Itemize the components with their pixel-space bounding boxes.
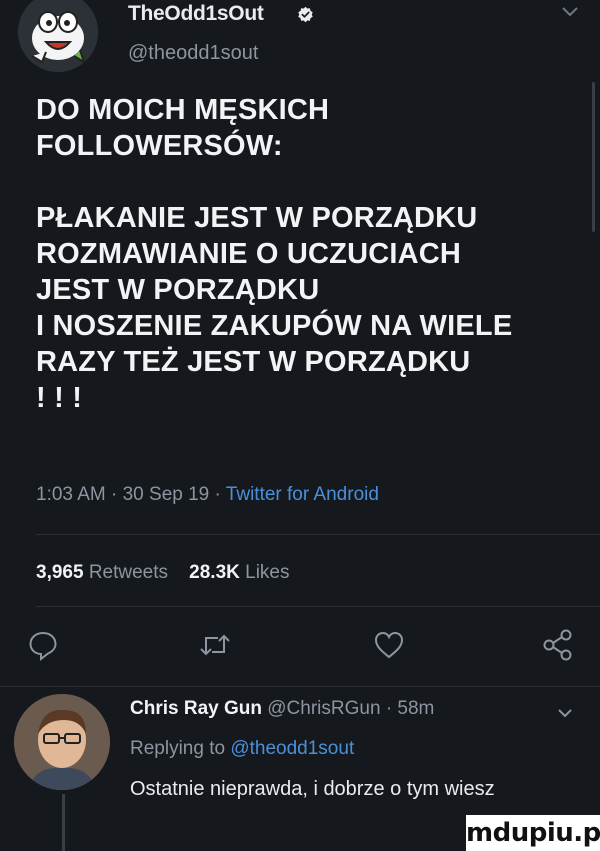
tweet-time[interactable]: 1:03 AM xyxy=(36,484,106,505)
reply-age: 58m xyxy=(397,698,435,719)
tweet-line: PŁAKANIE JEST W PORZĄDKU xyxy=(36,202,478,234)
action-bar xyxy=(0,628,600,668)
reply-header: Chris Ray Gun @ChrisRGun · 58m xyxy=(130,698,434,720)
tweet-line: DO MOICH MĘSKICH xyxy=(36,94,330,126)
replying-to-mention[interactable]: @theodd1sout xyxy=(230,738,354,759)
author-display-name[interactable]: TheOdd1sOut xyxy=(128,2,264,26)
reply-text: Ostatnie nieprawda, i dobrze o tym wiesz xyxy=(130,778,495,800)
divider xyxy=(36,534,600,535)
person-avatar-icon xyxy=(14,694,110,790)
share-icon[interactable] xyxy=(540,628,574,662)
tweet-line: RAZY TEŻ JEST W PORZĄDKU xyxy=(36,346,471,378)
tweet-timestamp: 1:03 AM · 30 Sep 19 · Twitter for Androi… xyxy=(36,484,379,506)
chevron-down-icon[interactable] xyxy=(560,4,580,20)
author-handle[interactable]: @theodd1sout xyxy=(128,42,258,65)
replying-to: Replying to @theodd1sout xyxy=(130,738,354,760)
reply-author-avatar[interactable] xyxy=(14,694,110,790)
replying-prefix: Replying to xyxy=(130,738,226,759)
separator-dot: · xyxy=(111,484,123,505)
reply-author-handle[interactable]: @ChrisRGun xyxy=(267,698,380,719)
reply-author-name[interactable]: Chris Ray Gun xyxy=(130,698,262,719)
tweet-paragraph-gap xyxy=(36,164,596,200)
divider xyxy=(36,606,600,607)
tweet-line: ! ! ! xyxy=(36,382,83,414)
tweet-header: TheOdd1sOut @theodd1sout xyxy=(0,0,600,80)
thread-line xyxy=(62,794,65,851)
separator-dot: · xyxy=(214,484,226,505)
separator-dot: · xyxy=(385,698,398,719)
tweet-source-link[interactable]: Twitter for Android xyxy=(226,484,379,505)
tweet-text: DO MOICH MĘSKICH FOLLOWERSÓW: PŁAKANIE J… xyxy=(36,92,596,416)
tweet-line: JEST W PORZĄDKU xyxy=(36,274,320,306)
watermark-logo: mdupiu.pl xyxy=(466,815,600,851)
tweet-line: FOLLOWERSÓW: xyxy=(36,130,283,162)
retweets-count[interactable]: 3,965 xyxy=(36,562,84,583)
verified-badge-icon xyxy=(298,6,313,23)
likes-label[interactable]: Likes xyxy=(245,562,289,583)
tweet-line: I NOSZENIE ZAKUPÓW NA WIELE xyxy=(36,310,513,342)
retweets-label[interactable]: Retweets xyxy=(89,562,168,583)
cartoon-avatar-icon xyxy=(18,0,98,72)
tweet-date[interactable]: 30 Sep 19 xyxy=(123,484,210,505)
reply-icon[interactable] xyxy=(26,628,60,662)
tweet-line: ROZMAWIANIE O UCZUCIACH xyxy=(36,238,462,270)
likes-count[interactable]: 28.3K xyxy=(189,562,240,583)
like-icon[interactable] xyxy=(372,628,406,662)
retweet-icon[interactable] xyxy=(198,628,232,662)
author-avatar[interactable] xyxy=(18,0,98,72)
tweet-stats: 3,965 Retweets 28.3K Likes xyxy=(36,562,290,584)
chevron-down-icon[interactable] xyxy=(556,706,574,720)
